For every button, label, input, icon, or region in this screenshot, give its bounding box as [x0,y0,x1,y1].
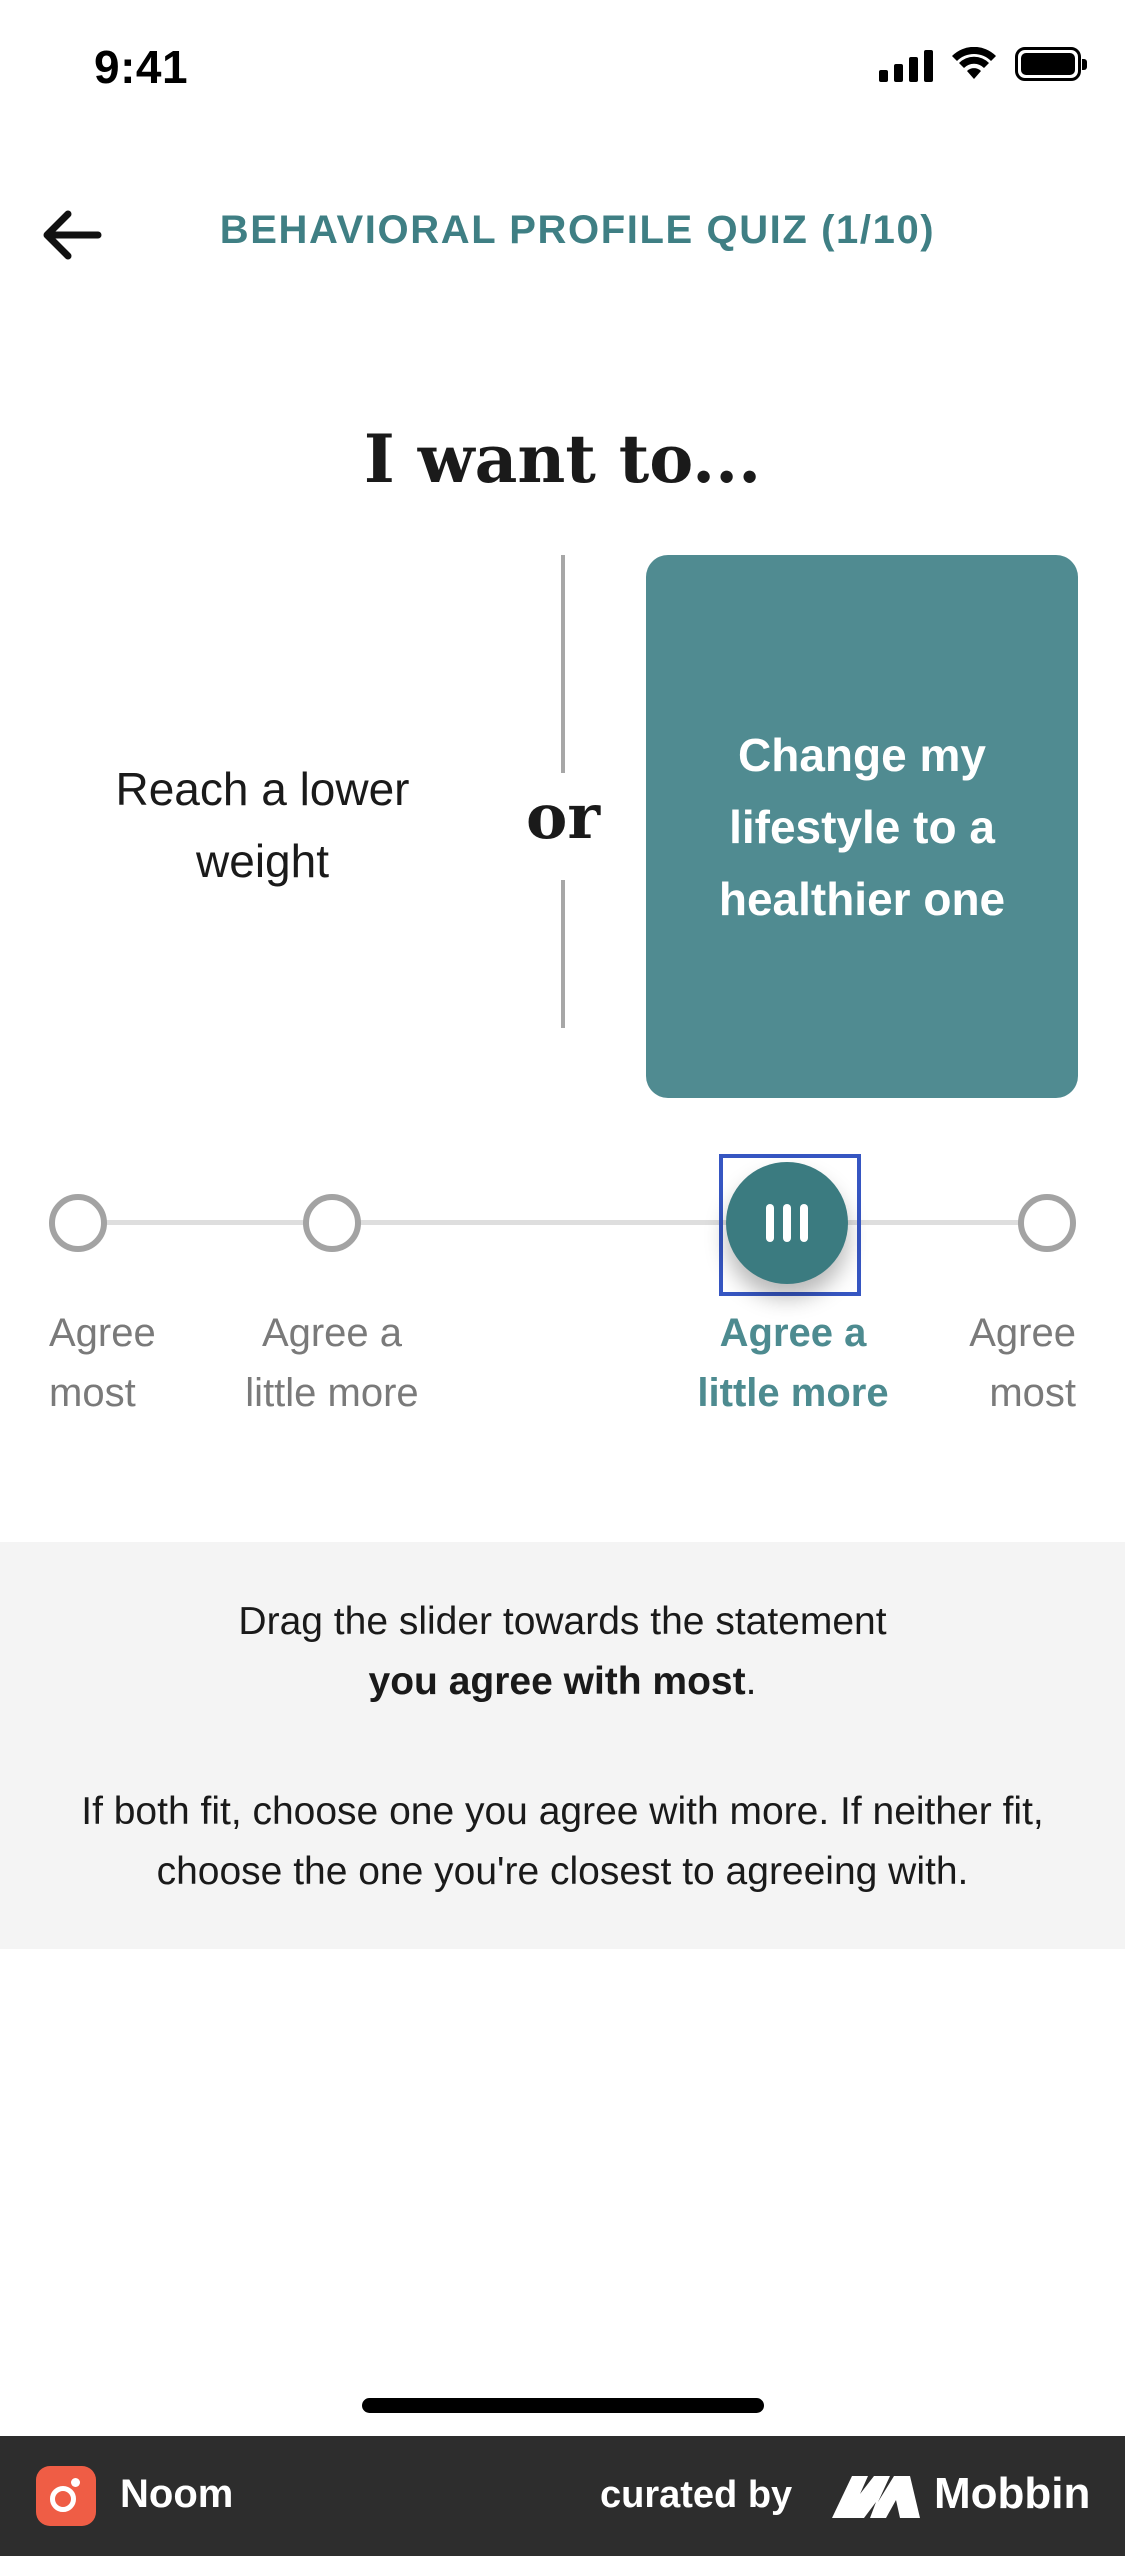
slider-handle[interactable] [726,1162,848,1284]
or-separator: or [525,780,601,853]
slider-track[interactable] [78,1220,1048,1225]
instructions-panel: Drag the slider towards the statement yo… [0,1542,1125,1949]
home-indicator[interactable] [362,2398,764,2413]
statement-left-text: Reach a lower weight [115,763,410,887]
slider-stop-left-most[interactable] [49,1194,107,1252]
slider-stop-left-little[interactable] [303,1194,361,1252]
mobbin-brand: Mobbin [934,2469,1091,2518]
statement-right-text: Change my lifestyle to a healthier one [718,728,1006,925]
slider-label-right-most[interactable]: Agree most [940,1303,1076,1423]
noom-logo-icon [36,2466,96,2526]
divider-bottom [561,880,565,1028]
footer-bar: Noom curated by Mobbin [0,2436,1125,2556]
slider-label-right-little[interactable]: Agree a little more [676,1303,910,1423]
question-heading: I want to... [363,420,762,498]
curated-by-label: curated by [600,2474,793,2516]
quiz-title: BEHAVIORAL PROFILE QUIZ (1/10) [219,208,936,252]
battery-icon [1015,47,1087,81]
grip-lines-icon [766,1204,808,1242]
statement-right-option[interactable]: Change my lifestyle to a healthier one [646,555,1078,1098]
slider-label-left-little[interactable]: Agree a little more [222,1303,442,1423]
statement-left-option[interactable]: Reach a lower weight [60,555,465,1095]
slider-stop-right-most[interactable] [1018,1194,1076,1252]
divider-top [561,555,565,773]
status-time: 9:41 [94,41,189,93]
mobbin-logo-icon [832,2476,920,2518]
cellular-signal-icon [879,46,933,82]
instruction-line: Drag the slider towards the statement [238,1600,887,1643]
slider-label-left-most[interactable]: Agree most [49,1303,156,1423]
app-name: Noom [120,2472,234,2516]
instruction-paragraph: If both fit, choose one you agree with m… [81,1790,1044,1893]
instruction-emphasis-line: you agree with most. [368,1660,757,1703]
wifi-icon [952,47,996,79]
status-icons [879,46,1087,82]
